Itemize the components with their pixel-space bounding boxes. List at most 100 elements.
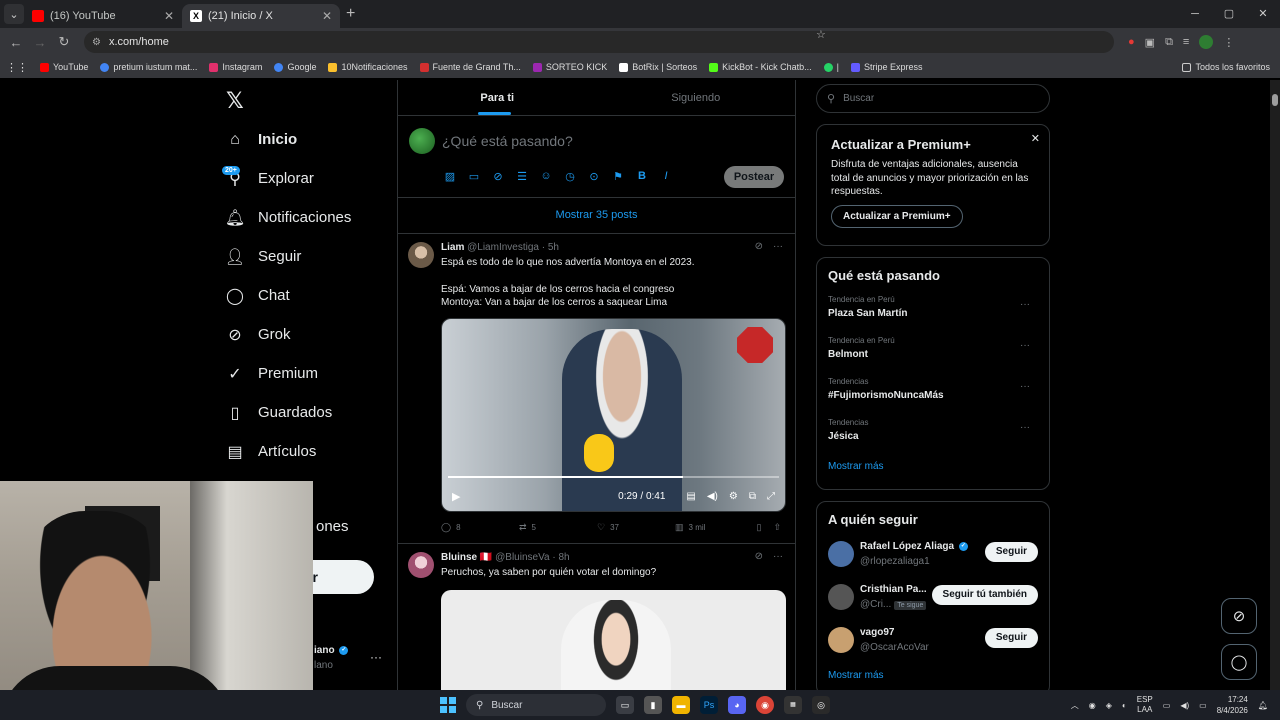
nav-item-artículos[interactable]: ▤ Artículos [226, 432, 351, 471]
minimize-icon[interactable]: ─ [1178, 0, 1212, 28]
follow-suggestion[interactable]: Rafael López Aliaga ✓ @rlopezaliaga1 Segui… [828, 539, 1038, 582]
forward-icon[interactable]: → [28, 35, 52, 50]
tweet-time[interactable]: · 5h [542, 242, 559, 253]
bookmark-item[interactable]: YouTube [40, 62, 88, 72]
avatar[interactable] [828, 584, 854, 610]
follow-button[interactable]: Seguir tú también [931, 585, 1038, 605]
bookmark-item[interactable]: Stripe Express [851, 62, 923, 72]
location-icon[interactable]: ⊙ [586, 170, 602, 183]
flag-icon[interactable]: ⚑ [610, 170, 626, 183]
tweet-image[interactable] [441, 590, 786, 690]
account-more-icon[interactable]: ··· [370, 650, 382, 664]
suggestion-name[interactable]: Cristhian Pa... [860, 584, 927, 595]
nav-item-explorar[interactable]: ⚲ Explorar [226, 159, 351, 198]
like-button[interactable]: ♡ 37 [597, 522, 675, 533]
nav-item-chat[interactable]: ◯ Chat [226, 276, 351, 315]
more-icon[interactable]: ··· [1020, 299, 1030, 310]
apps-grid-icon[interactable]: ⋮⋮ [6, 61, 28, 74]
bookmark-item[interactable]: Google [274, 62, 316, 72]
tray-app-icon[interactable]: ◉ [1089, 701, 1096, 710]
nav-item-guardados[interactable]: ▯ Guardados [226, 393, 351, 432]
extension-icon[interactable]: ● [1128, 36, 1135, 48]
nav-item-premium[interactable]: ✓ Premium [226, 354, 351, 393]
extension-icon[interactable]: ▣ [1145, 36, 1155, 49]
volume-icon[interactable]: ◀) [1180, 701, 1189, 710]
play-icon[interactable]: ▶ [452, 490, 460, 503]
share-icon[interactable]: ⇧ [773, 522, 781, 533]
nav-item-partial[interactable]: ones [316, 518, 349, 535]
windows-start-icon[interactable] [440, 697, 456, 713]
author-handle[interactable]: @BluinseVa [495, 552, 549, 563]
close-tab-icon[interactable]: ✕ [164, 9, 174, 23]
tab-siguiendo[interactable]: Siguiendo [597, 80, 796, 115]
trend-item[interactable]: Tendencias #FujimorismoNuncaMás ··· [828, 377, 1038, 418]
video-progress[interactable] [448, 476, 779, 478]
close-tab-icon[interactable]: ✕ [322, 9, 332, 23]
follow-suggestion[interactable]: Cristhian Pa... @Cri... Te sigue Seguir tú … [828, 582, 1038, 625]
avatar[interactable] [408, 552, 434, 578]
fullscreen-icon[interactable]: ⤢ [767, 491, 775, 502]
task-view-icon[interactable]: ▭ [616, 696, 634, 714]
file-explorer-icon[interactable]: ▬ [672, 696, 690, 714]
trend-item[interactable]: Tendencias Jésica ··· [828, 418, 1038, 459]
media-icon[interactable]: ≡ [1183, 36, 1189, 48]
tab-x-home[interactable]: X (21) Inicio / X ✕ [182, 4, 340, 28]
grok-icon[interactable]: ⊘ [490, 170, 506, 183]
reply-button[interactable]: ◯ 8 [441, 522, 519, 533]
profile-avatar[interactable] [1199, 35, 1214, 49]
pip-icon[interactable]: ⧉ [749, 491, 756, 502]
author-name[interactable]: Liam [441, 242, 464, 253]
reload-icon[interactable]: ↻ [52, 34, 76, 50]
poll-icon[interactable]: ☰ [514, 170, 530, 183]
grok-fab-icon[interactable]: ⊘ [1221, 598, 1257, 634]
nav-item-inicio[interactable]: ⌂ Inicio [226, 120, 351, 159]
nav-item-notificaciones[interactable]: 🔔︎ 20+ Notificaciones [222, 166, 351, 237]
battery-icon[interactable]: ▭ [1199, 701, 1207, 710]
author-name[interactable]: Bluinse [441, 552, 477, 563]
tab-youtube[interactable]: (16) YouTube ✕ [24, 4, 182, 28]
scroll-thumb[interactable] [1272, 94, 1278, 106]
suggestion-name[interactable]: Rafael López Aliaga ✓ [860, 541, 968, 552]
repost-button[interactable]: ⇄ 5 [519, 522, 597, 533]
gif-icon[interactable]: ▭ [466, 170, 482, 183]
notifications-icon[interactable]: 🔔︎ [1258, 701, 1268, 710]
clock[interactable]: 17:24 8/4/2026 [1217, 694, 1248, 716]
chrome-icon[interactable]: ◉ [756, 696, 774, 714]
more-icon[interactable]: ··· [1020, 381, 1030, 392]
trends-show-more[interactable]: Mostrar más [828, 461, 1038, 472]
photoshop-icon[interactable]: Ps [700, 696, 718, 714]
avatar[interactable] [828, 541, 854, 567]
avatar[interactable] [828, 627, 854, 653]
x-logo-icon[interactable]: 𝕏 [226, 89, 244, 114]
site-info-icon[interactable]: ⚙ [92, 37, 101, 48]
bookmark-item[interactable]: BotRix | Sorteos [619, 62, 697, 72]
tab-search-button[interactable]: ⌄ [4, 4, 24, 24]
captions-icon[interactable]: ▤ [686, 491, 695, 502]
premium-upgrade-button[interactable]: Actualizar a Premium+ [831, 204, 963, 228]
app-icon[interactable]: ▦ [784, 696, 802, 714]
all-favorites[interactable]: Todos los favoritos [1182, 62, 1270, 72]
tweet[interactable]: Bluinse 🇵🇪 @BluinseVa · 8h ⊘ ··· Perucho… [398, 544, 795, 690]
views-button[interactable]: ▥ 3 mil [675, 522, 753, 533]
nav-item-grok[interactable]: ⊘ Grok [226, 315, 351, 354]
app-icon[interactable]: ▮ [644, 696, 662, 714]
more-icon[interactable]: ··· [1020, 340, 1030, 351]
image-icon[interactable]: ▨ [442, 170, 458, 183]
bold-icon[interactable]: B [634, 170, 650, 183]
schedule-icon[interactable]: ◷ [562, 170, 578, 183]
nav-item-seguir[interactable]: 👤︎ Seguir [225, 237, 351, 276]
language-indicator[interactable]: ESP LAA [1137, 695, 1153, 715]
maximize-icon[interactable]: ▢ [1212, 0, 1246, 28]
tweet-video[interactable]: ▶ 0:29 / 0:41 ▤ ◀) ⚙ ⧉ ⤢ [441, 318, 786, 512]
tab-para-ti[interactable]: Para ti [398, 80, 597, 115]
avatar[interactable] [408, 242, 434, 268]
follow-button[interactable]: Seguir [984, 542, 1038, 562]
new-tab-icon[interactable]: + [346, 5, 355, 23]
volume-icon[interactable]: ◀) [707, 491, 718, 502]
close-window-icon[interactable]: ✕ [1246, 0, 1280, 28]
app-icon[interactable]: ◎ [812, 696, 830, 714]
close-icon[interactable]: ✕ [1031, 132, 1040, 145]
postear-button[interactable]: Postear [724, 166, 784, 188]
more-icon[interactable]: ··· [1020, 422, 1030, 433]
network-icon[interactable]: ▭ [1163, 701, 1171, 710]
